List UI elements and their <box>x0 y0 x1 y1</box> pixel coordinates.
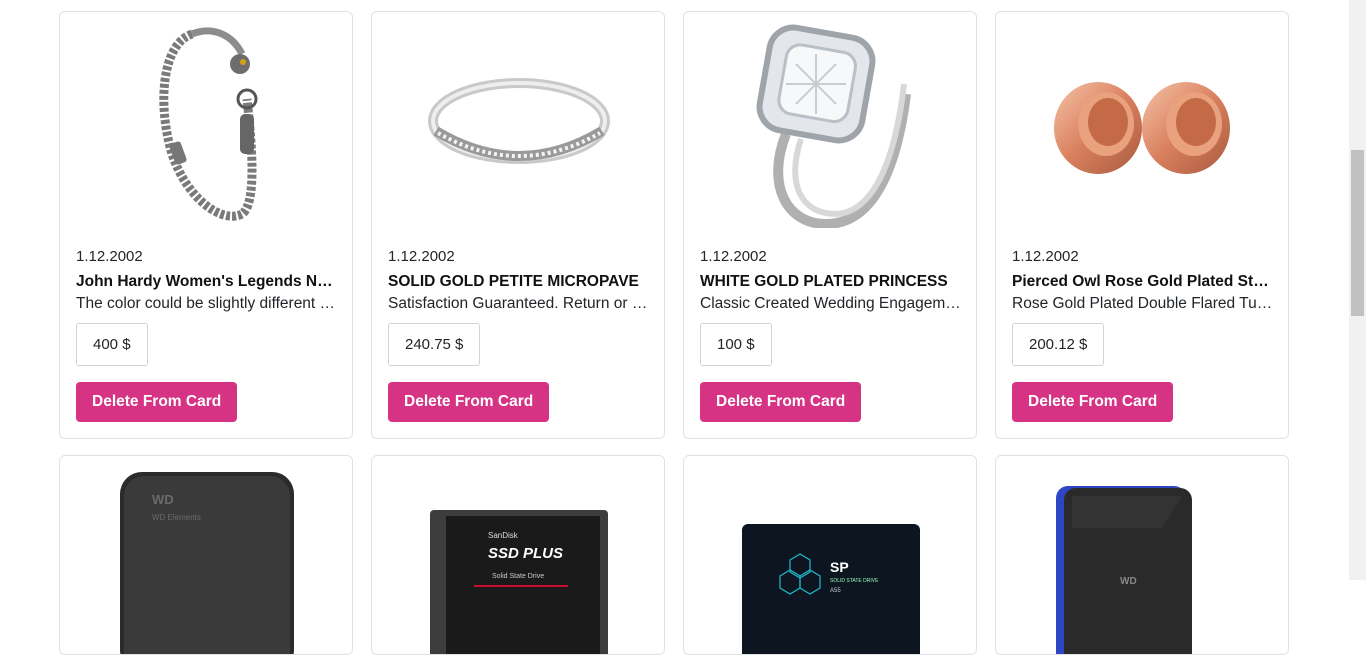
product-card: 1.12.2002 SOLID GOLD PETITE MICROPAVE Sa… <box>371 11 665 439</box>
product-title: Pierced Owl Rose Gold Plated Stainless S… <box>1012 273 1274 290</box>
delete-from-card-button[interactable]: Delete From Card <box>76 382 238 422</box>
ssd-icon: SanDisk SSD PLUS Solid State Drive <box>388 468 650 654</box>
product-card: 1.12.2002 Pierced Owl Rose Gold Plated S… <box>995 11 1289 439</box>
scrollbar-thumb[interactable] <box>1351 150 1364 316</box>
external-drive-icon: WD <box>1012 468 1274 654</box>
product-price: 200.12 $ <box>1012 323 1105 366</box>
product-description: Rose Gold Plated Double Flared Tunnel Pl… <box>1012 295 1274 312</box>
product-description: Classic Created Wedding Engagement Solit… <box>700 295 962 312</box>
svg-text:Solid State Drive: Solid State Drive <box>492 573 544 580</box>
ssd-icon: SP SOLID STATE DRIVE A55 <box>700 468 962 654</box>
product-date: 1.12.2002 <box>388 248 455 265</box>
svg-text:SOLID STATE DRIVE: SOLID STATE DRIVE <box>830 578 879 584</box>
delete-from-card-button[interactable]: Delete From Card <box>1012 382 1174 422</box>
svg-text:SSD PLUS: SSD PLUS <box>488 545 563 562</box>
product-date: 1.12.2002 <box>76 248 143 265</box>
svg-text:WD: WD <box>152 492 174 507</box>
product-card: 1.12.2002 John Hardy Women's Legends Nag… <box>59 11 353 439</box>
product-price: 240.75 $ <box>388 323 481 366</box>
svg-text:A55: A55 <box>830 588 841 594</box>
product-description: Satisfaction Guaranteed. Return or excha… <box>388 295 650 312</box>
product-title: SOLID GOLD PETITE MICROPAVE <box>388 273 639 290</box>
product-card: WD WD Elements <box>59 455 353 655</box>
tunnel-plug-icon <box>1012 24 1274 228</box>
product-card: 1.12.2002 WHITE GOLD PLATED PRINCESS Cla… <box>683 11 977 439</box>
svg-text:WD: WD <box>1120 576 1137 587</box>
ring-icon <box>388 24 650 228</box>
vertical-scrollbar[interactable] <box>1349 0 1366 580</box>
product-title: John Hardy Women's Legends Naga Gold & S… <box>76 273 338 290</box>
product-title: WHITE GOLD PLATED PRINCESS <box>700 273 948 290</box>
product-card: SP SOLID STATE DRIVE A55 <box>683 455 977 655</box>
svg-text:SanDisk: SanDisk <box>488 531 519 540</box>
product-price: 400 $ <box>76 323 148 366</box>
product-date: 1.12.2002 <box>700 248 767 265</box>
bracelet-icon <box>76 24 338 228</box>
product-card: SanDisk SSD PLUS Solid State Drive <box>371 455 665 655</box>
product-card: WD <box>995 455 1289 655</box>
external-drive-icon: WD WD Elements <box>76 468 338 654</box>
delete-from-card-button[interactable]: Delete From Card <box>388 382 550 422</box>
svg-text:SP: SP <box>830 559 849 575</box>
delete-from-card-button[interactable]: Delete From Card <box>700 382 862 422</box>
product-description: The color could be slightly different be… <box>76 295 338 312</box>
drive-label: WD Elements <box>152 513 201 522</box>
product-price: 100 $ <box>700 323 772 366</box>
diamond-ring-icon <box>700 24 962 228</box>
product-date: 1.12.2002 <box>1012 248 1079 265</box>
